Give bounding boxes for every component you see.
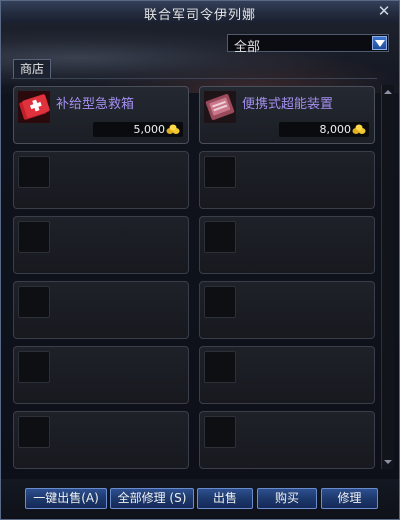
empty-slot[interactable] <box>13 411 189 469</box>
window-title: 联合军司令伊列娜 <box>143 8 256 23</box>
repair-all-button[interactable]: 全部修理 (S) <box>110 488 194 509</box>
chevron-down-icon[interactable] <box>372 36 387 50</box>
item-price: 5,000 <box>133 123 166 136</box>
empty-icon-box <box>18 351 50 383</box>
item-price-box: 5,000 <box>93 122 183 137</box>
shop-item[interactable]: 补给型急救箱 5,000 <box>13 86 189 144</box>
first-aid-kit-icon <box>18 91 50 123</box>
empty-slot[interactable] <box>199 151 375 209</box>
gold-coin-icon <box>352 124 366 134</box>
empty-slot[interactable] <box>13 151 189 209</box>
empty-slot[interactable] <box>199 346 375 404</box>
gold-coin-icon <box>166 124 180 134</box>
empty-slot[interactable] <box>13 346 189 404</box>
empty-slot[interactable] <box>199 281 375 339</box>
empty-icon-box <box>204 416 236 448</box>
empty-icon-box <box>18 221 50 253</box>
title-bar[interactable]: 联合军司令伊列娜 ✕ <box>1 1 399 24</box>
scroll-up-icon[interactable] <box>383 87 393 97</box>
buy-button[interactable]: 购买 <box>257 488 317 509</box>
category-dropdown[interactable]: 全部 <box>227 34 389 55</box>
portable-device-icon <box>204 91 236 123</box>
sell-button[interactable]: 出售 <box>197 488 253 509</box>
empty-slot[interactable] <box>13 216 189 274</box>
empty-icon-box <box>18 286 50 318</box>
empty-slot[interactable] <box>199 216 375 274</box>
shop-window: 联合军司令伊列娜 ✕ 全部 商店 补给型急救箱 5,000 便携式超能装置 8,… <box>0 0 400 520</box>
item-price: 8,000 <box>319 123 352 136</box>
empty-icon-box <box>18 156 50 188</box>
empty-slot[interactable] <box>199 411 375 469</box>
category-dropdown-value: 全部 <box>234 40 261 55</box>
shop-item[interactable]: 便携式超能装置 8,000 <box>199 86 375 144</box>
empty-slot[interactable] <box>13 281 189 339</box>
empty-icon-box <box>204 221 236 253</box>
item-list: 补给型急救箱 5,000 便携式超能装置 8,000 <box>11 78 377 472</box>
scrollbar[interactable] <box>381 85 394 469</box>
empty-icon-box <box>204 156 236 188</box>
item-name: 补给型急救箱 <box>56 97 135 112</box>
empty-icon-box <box>204 286 236 318</box>
empty-icon-box <box>204 351 236 383</box>
scroll-down-icon[interactable] <box>383 457 393 467</box>
repair-button[interactable]: 修理 <box>321 488 378 509</box>
sell-all-button[interactable]: 一键出售(A) <box>25 488 107 509</box>
close-icon[interactable]: ✕ <box>377 3 391 19</box>
item-price-box: 8,000 <box>279 122 369 137</box>
tab-shop[interactable]: 商店 <box>13 59 51 78</box>
item-name: 便携式超能装置 <box>242 97 334 112</box>
empty-icon-box <box>18 416 50 448</box>
